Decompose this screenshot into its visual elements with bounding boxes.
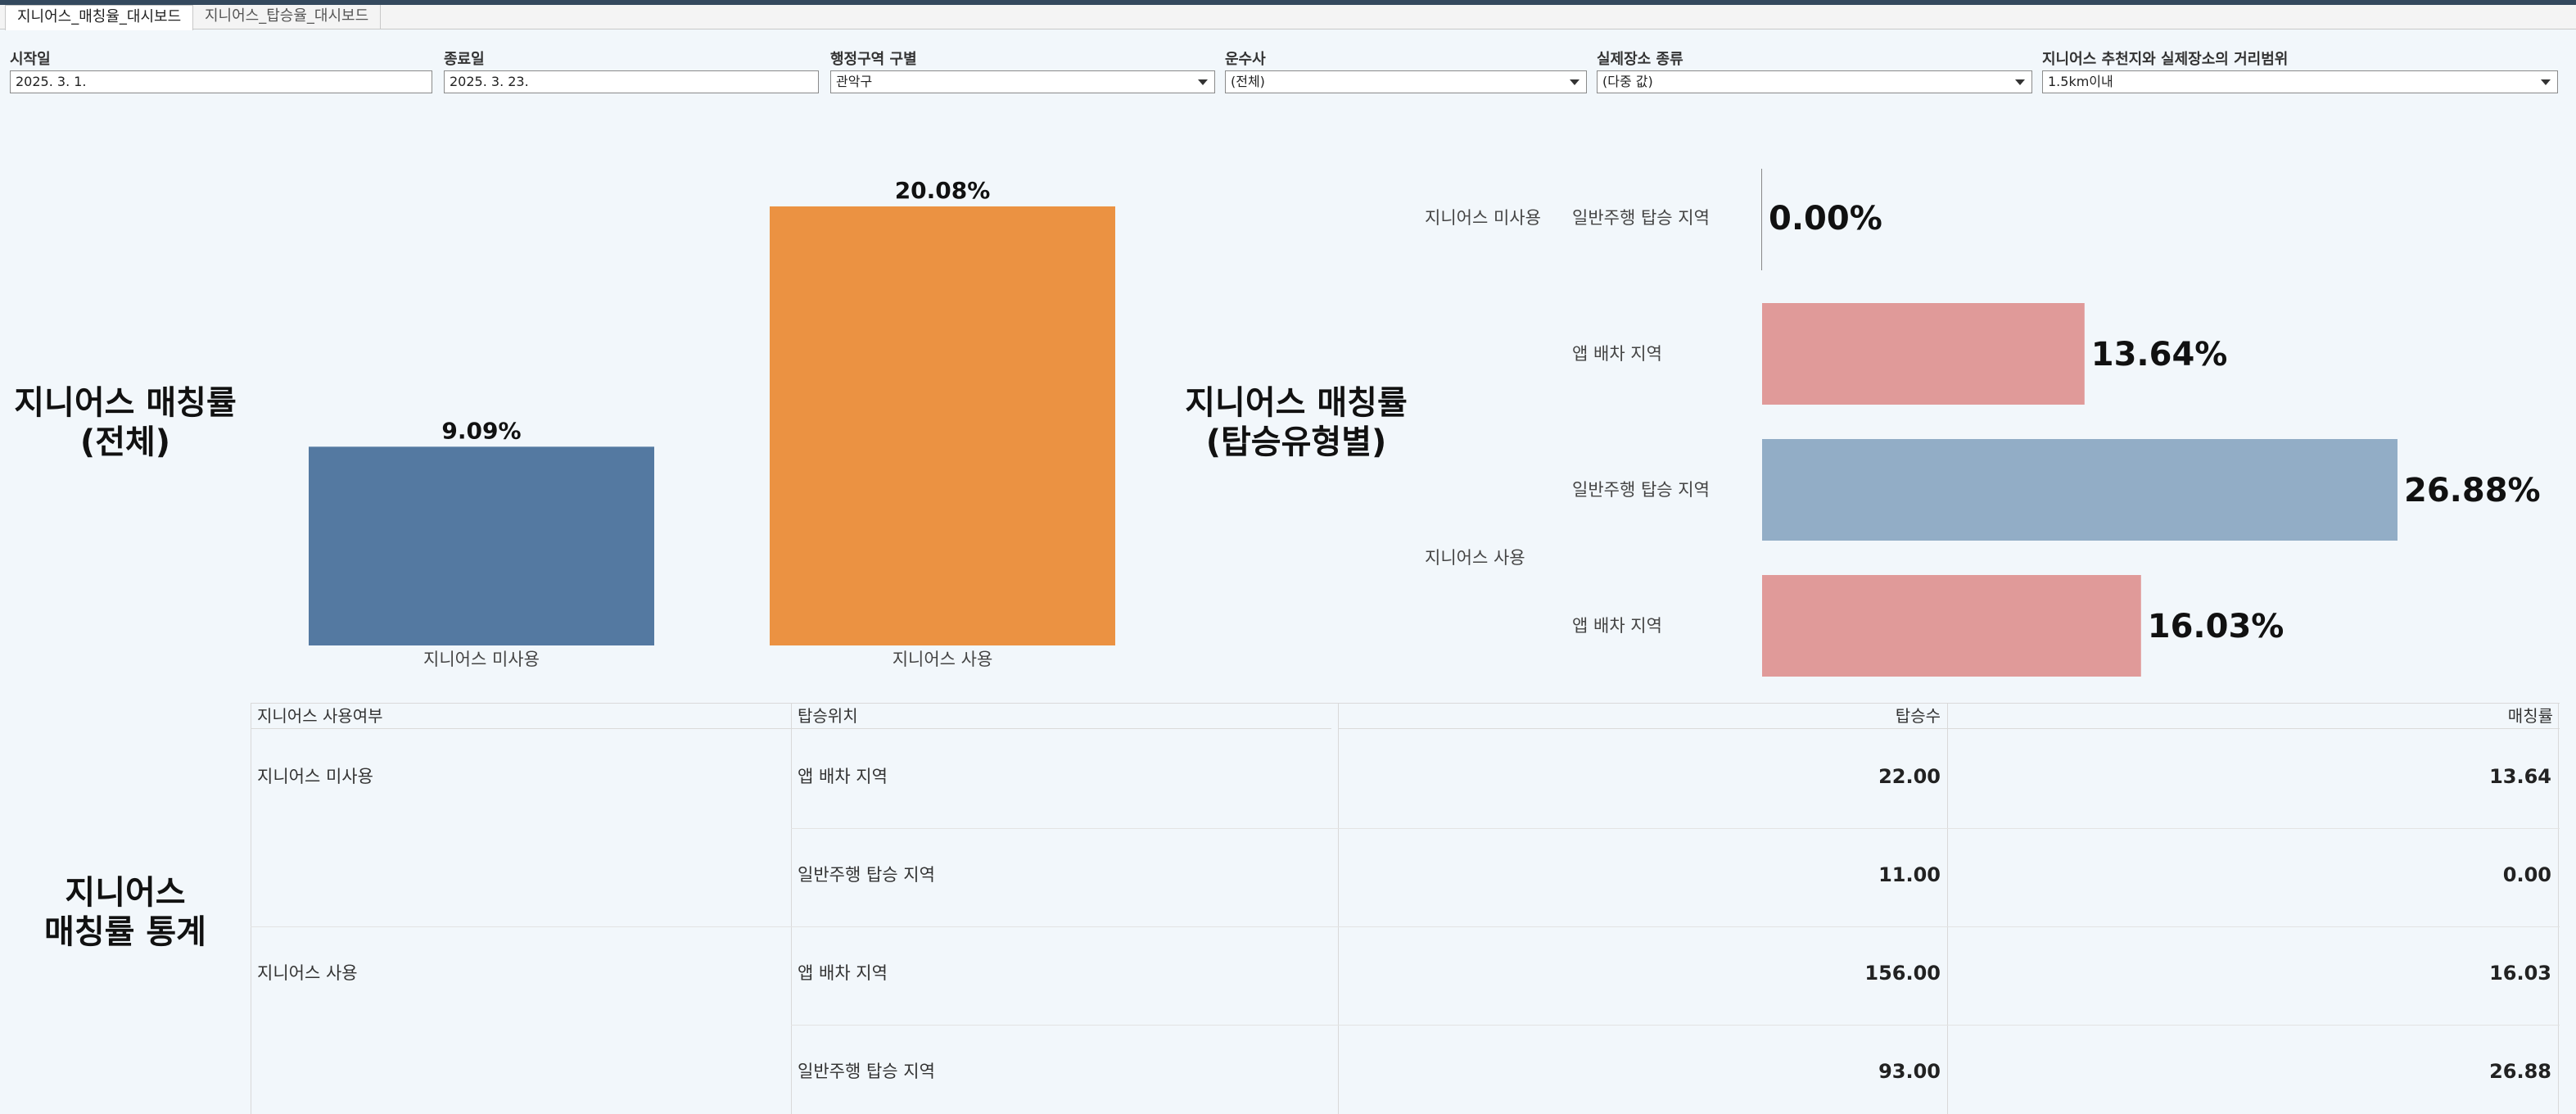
start-date-input[interactable]: 2025. 3. 1. [10, 70, 432, 93]
table-divider [791, 703, 792, 1114]
filter-end-date: 종료일 2025. 3. 23. [444, 49, 819, 93]
overall-bar-value-label: 20.08% [895, 177, 991, 204]
district-dropdown[interactable]: 관악구 [830, 70, 1215, 93]
stats-title: 지니어스 매칭률 통계 [0, 873, 251, 952]
row-category-label: 일반주행 탑승 지역 [1572, 480, 1710, 500]
overall-title-line1: 지니어스 매칭률 [14, 384, 237, 422]
filter-start-date-label: 시작일 [10, 51, 51, 68]
table-row-location: 일반주행 탑승 지역 [798, 1062, 935, 1081]
row-category-label: 앱 배차 지역 [1572, 344, 1662, 364]
place-type-dropdown[interactable]: (다중 값) [1597, 70, 2032, 93]
dashboard-tab-strip: 지니어스_매칭율_대시보드 지니어스_탑승율_대시보드 [0, 5, 2576, 30]
chevron-down-icon [2541, 79, 2551, 85]
bytype-bar [1762, 439, 2397, 541]
overall-bar [309, 446, 654, 645]
chevron-down-icon [1570, 79, 1579, 85]
row-divider [791, 828, 2560, 829]
bytype-bar [1762, 575, 2141, 677]
table-row-count: 156.00 [1864, 962, 1941, 985]
filter-start-date: 시작일 2025. 3. 1. [10, 49, 432, 93]
table-row-location: 일반주행 탑승 지역 [798, 865, 935, 885]
bytype-bar-value-label: 26.88% [2404, 472, 2541, 509]
stats-title-line1: 지니어스 [65, 874, 186, 912]
bytype-bar-value-label: 0.00% [1769, 200, 1882, 238]
table-row-count: 22.00 [1878, 765, 1941, 788]
filter-distance: 지니어스 추천지와 실제장소의 거리범위 1.5km이내 [2042, 49, 2558, 93]
table-row-location: 앱 배차 지역 [798, 767, 888, 786]
overall-title-line2: (전체) [79, 423, 171, 461]
overall-category-label: 지니어스 미사용 [423, 650, 540, 669]
chevron-down-icon [1198, 79, 1208, 85]
by-type-title-line1: 지니어스 매칭률 [1185, 384, 1408, 422]
matching-stats-table: 지니어스 사용여부 탑승위치 탑승수 매칭률 지니어스 미사용 앱 배차 지역 … [251, 703, 2560, 1114]
overall-bar-value-label: 9.09% [441, 417, 521, 444]
by-type-matching-title: 지니어스 매칭률 (탑승유형별) [1161, 383, 1431, 462]
distance-dropdown[interactable]: 1.5km이내 [2042, 70, 2558, 93]
tab-boarding-dashboard[interactable]: 지니어스_탑승율_대시보드 [193, 5, 382, 29]
table-divider [2558, 703, 2559, 1114]
group-label-genius: 지니어스 사용 [257, 963, 358, 983]
distance-dropdown-value: 1.5km이내 [2048, 74, 2113, 89]
table-row-count: 93.00 [1878, 1060, 1941, 1083]
table-row-rate: 26.88 [2489, 1060, 2551, 1083]
group-label: 지니어스 미사용 [1425, 208, 1541, 228]
district-dropdown-value: 관악구 [836, 74, 873, 89]
table-row-rate: 0.00 [2502, 863, 2551, 886]
row-category-label: 앱 배차 지역 [1572, 616, 1662, 636]
operator-dropdown[interactable]: (전체) [1225, 70, 1587, 93]
overall-matching-bar-chart: 9.09% 지니어스 미사용 20.08% 지니어스 사용 [309, 177, 1115, 669]
bytype-bar [1762, 303, 2085, 405]
filter-operator-label: 운수사 [1225, 51, 1266, 68]
overall-matching-title: 지니어스 매칭률 (전체) [0, 383, 251, 462]
filter-district-label: 행정구역 구별 [830, 51, 917, 68]
overall-category-label: 지니어스 사용 [893, 650, 993, 669]
filter-end-date-label: 종료일 [444, 51, 485, 68]
group-label-no-genius: 지니어스 미사용 [257, 767, 373, 786]
header-genius-usage[interactable]: 지니어스 사용여부 [251, 703, 791, 729]
by-type-matching-bar-chart: 지니어스 미사용 일반주행 탑승 지역 0.00%앱 배차 지역 13.64%지니어스… [1425, 169, 2541, 677]
row-divider [791, 1025, 2560, 1026]
stats-title-line2: 매칭률 통계 [44, 913, 206, 951]
chevron-down-icon [2015, 79, 2025, 85]
filter-place-type: 실제장소 종류 (다중 값) [1597, 49, 2032, 93]
tab-matching-dashboard[interactable]: 지니어스_매칭율_대시보드 [5, 5, 194, 30]
table-row-count: 11.00 [1878, 863, 1941, 886]
filter-district: 행정구역 구별 관악구 [830, 49, 1215, 93]
operator-dropdown-value: (전체) [1231, 74, 1265, 89]
table-row-rate: 16.03 [2489, 962, 2551, 985]
bytype-bar-value-label: 13.64% [2091, 336, 2228, 374]
header-boarding-count[interactable]: 탑승수 [1338, 703, 1947, 729]
filter-place-type-label: 실제장소 종류 [1597, 51, 1683, 68]
table-row-rate: 13.64 [2489, 765, 2551, 788]
group-label: 지니어스 사용 [1425, 548, 1525, 568]
bytype-bar-value-label: 16.03% [2148, 608, 2285, 645]
table-row-location: 앱 배차 지역 [798, 963, 888, 983]
by-type-title-line2: (탑승유형별) [1205, 423, 1387, 461]
header-boarding-location[interactable]: 탑승위치 [791, 703, 1331, 729]
place-type-dropdown-value: (다중 값) [1602, 74, 1653, 89]
header-matching-rate[interactable]: 매칭률 [1947, 703, 2560, 729]
end-date-input[interactable]: 2025. 3. 23. [444, 70, 819, 93]
row-category-label: 일반주행 탑승 지역 [1572, 208, 1710, 228]
group-divider [251, 926, 2560, 927]
filter-operator: 운수사 (전체) [1225, 49, 1587, 93]
filter-distance-label: 지니어스 추천지와 실제장소의 거리범위 [2042, 51, 2289, 68]
overall-bar [770, 206, 1115, 645]
